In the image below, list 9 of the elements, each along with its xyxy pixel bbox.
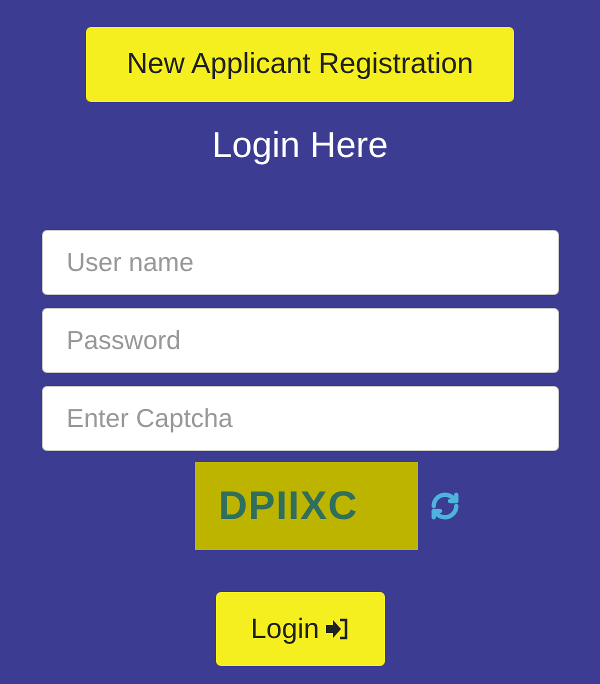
- login-title: Login Here: [212, 124, 388, 167]
- input-field[interactable]: User name: [42, 230, 558, 295]
- input-field[interactable]: Password: [42, 308, 558, 373]
- registration-button[interactable]: New Applicant Registration: [86, 27, 514, 102]
- refresh-icon[interactable]: [430, 491, 460, 521]
- input-field[interactable]: Enter Captcha: [42, 386, 558, 451]
- captcha-image: DPIIXC: [194, 462, 418, 550]
- login-button[interactable]: Login: [216, 592, 384, 666]
- sign-in-icon: [325, 618, 350, 640]
